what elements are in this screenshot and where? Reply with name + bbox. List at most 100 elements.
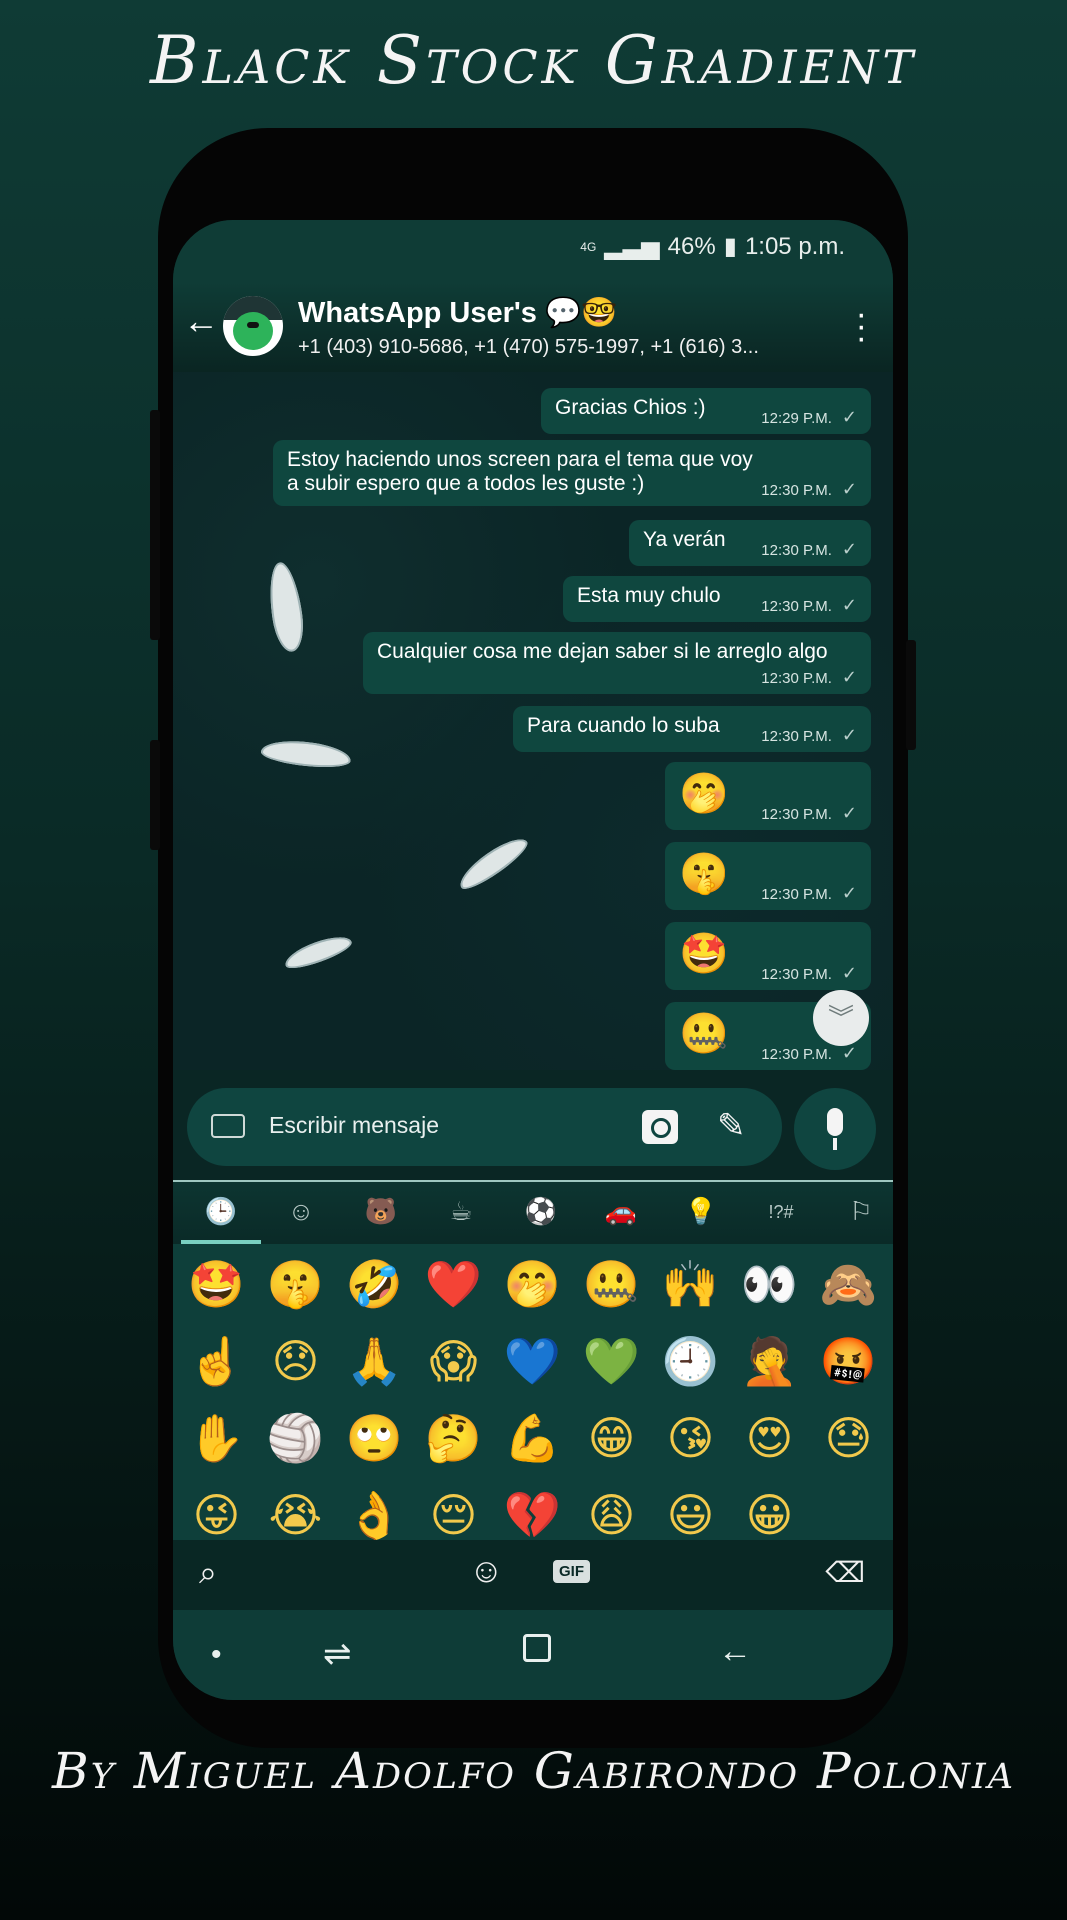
message-time: 12:30 P.M. (761, 598, 832, 615)
keyboard-bottom-bar: ⌕ ☺ GIF ⌫ (173, 1540, 893, 1610)
emoji-key[interactable]: ☝️ (177, 1323, 256, 1400)
boat-image (259, 737, 353, 771)
message-emoji: 🤭 (679, 771, 729, 817)
emoji-key[interactable]: 😓 (809, 1400, 888, 1477)
emoji-key[interactable]: 😁 (572, 1400, 651, 1477)
message-bubble[interactable]: Estoy haciendo unos screen para el tema … (273, 440, 871, 506)
double-chevron-down-icon[interactable]: ︾ (813, 990, 869, 1046)
emoji-message-bubble[interactable]: 🤫 12:30 P.M. ✓ (665, 842, 871, 910)
activity-category-icon[interactable]: ⚽ (521, 1196, 561, 1230)
check-icon: ✓ (841, 883, 857, 903)
message-time: 12:29 P.M. (761, 410, 832, 427)
message-emoji: 🤐 (679, 1011, 729, 1057)
smiley-category-icon[interactable]: ☺ (281, 1196, 321, 1230)
emoji-key[interactable]: 💙 (493, 1323, 572, 1400)
message-emoji: 🤩 (679, 931, 729, 977)
objects-category-icon[interactable]: 💡 (681, 1196, 721, 1230)
message-emoji: 🤫 (679, 851, 729, 897)
boat-image (264, 560, 308, 654)
emoji-key[interactable]: 🤭 (493, 1246, 572, 1323)
more-vert-icon[interactable]: · · · (856, 297, 867, 355)
nav-dot-icon: • (211, 1638, 222, 1671)
group-avatar[interactable] (223, 296, 283, 356)
gif-button[interactable]: GIF (553, 1560, 590, 1583)
emoji-key[interactable]: 🕘 (651, 1323, 730, 1400)
message-bubble[interactable]: Cualquier cosa me dejan saber si le arre… (363, 632, 871, 694)
paperclip-icon[interactable]: ✎ (717, 1106, 746, 1146)
message-input[interactable]: Escribir mensaje ✎ (187, 1088, 782, 1166)
emoji-key[interactable]: 🤬 (809, 1323, 888, 1400)
home-icon[interactable] (523, 1634, 551, 1662)
message-time: 12:30 P.M. (761, 542, 832, 559)
check-icon: ✓ (841, 1043, 857, 1063)
emoji-message-bubble[interactable]: 🤩 12:30 P.M. ✓ (665, 922, 871, 990)
emoji-message-bubble[interactable]: 🤭 12:30 P.M. ✓ (665, 762, 871, 830)
emoji-key[interactable]: 🤔 (414, 1400, 493, 1477)
battery-icon: ▮ (723, 233, 737, 260)
message-text: Estoy haciendo unos screen para el tema … (287, 448, 753, 495)
network-label: 4G (580, 239, 597, 254)
emoji-key[interactable]: 🤣 (335, 1246, 414, 1323)
animals-category-icon[interactable]: 🐻 (361, 1196, 401, 1230)
emoji-key[interactable]: 🙄 (335, 1400, 414, 1477)
chat-title[interactable]: WhatsApp User's 💬🤓 (298, 296, 617, 330)
emoji-key[interactable]: 🙌 (651, 1246, 730, 1323)
emoji-key[interactable]: 💚 (572, 1323, 651, 1400)
arrow-left-icon[interactable]: ← (183, 300, 219, 342)
recent-apps-icon[interactable]: ⇌ (323, 1634, 352, 1674)
message-bubble[interactable]: Esta muy chulo 12:30 P.M. ✓ (563, 576, 871, 622)
chat-participants[interactable]: +1 (403) 910-5686, +1 (470) 575-1997, +1… (298, 336, 843, 359)
message-bubble[interactable]: Gracias Chios :) 12:29 P.M. ✓ (541, 388, 871, 434)
message-bubble[interactable]: Para cuando lo suba 12:30 P.M. ✓ (513, 706, 871, 752)
message-bubble[interactable]: Ya verán 12:30 P.M. ✓ (629, 520, 871, 566)
check-icon: ✓ (841, 963, 857, 983)
emoji-key[interactable]: 😘 (651, 1400, 730, 1477)
check-icon: ✓ (841, 479, 857, 499)
emoji-keyboard: 🕒 ☺ 🐻 ☕ ⚽ 🚗 💡 !?# ⚐ 🤩 🤫 🤣 ❤️ 🤭 🤐 🙌 👀 🙈 ☝… (173, 1180, 893, 1580)
check-icon: ✓ (841, 725, 857, 745)
emoji-key[interactable]: 🏐 (256, 1400, 335, 1477)
travel-category-icon[interactable]: 🚗 (601, 1196, 641, 1230)
emoji-key[interactable]: 💪 (493, 1400, 572, 1477)
symbols-category-icon[interactable]: !?# (761, 1202, 801, 1236)
emoji-key[interactable]: 🙈 (809, 1246, 888, 1323)
recent-category-icon[interactable]: 🕒 (201, 1196, 241, 1230)
message-time: 12:30 P.M. (761, 1046, 832, 1063)
emoji-key[interactable]: ✋ (177, 1400, 256, 1477)
chat-header: ← WhatsApp User's 💬🤓 +1 (403) 910-5686, … (173, 282, 893, 372)
back-icon[interactable]: ← (718, 1632, 752, 1671)
emoji-grid: 🤩 🤫 🤣 ❤️ 🤭 🤐 🙌 👀 🙈 ☝️ 😞 🙏 😱 💙 💚 🕘 🤦 🤬 ✋ … (177, 1246, 893, 1554)
status-time: 1:05 p.m. (744, 232, 845, 260)
emoji-key[interactable]: 🤐 (572, 1246, 651, 1323)
food-category-icon[interactable]: ☕ (441, 1196, 481, 1230)
emoji-key[interactable]: 😍 (730, 1400, 809, 1477)
check-icon: ✓ (841, 407, 857, 427)
promo-credit: By Miguel Adolfo Gabirondo Polonia (52, 1742, 1015, 1800)
message-time: 12:30 P.M. (761, 806, 832, 823)
emoji-key[interactable]: 🤫 (256, 1246, 335, 1323)
mic-icon[interactable] (794, 1088, 876, 1170)
backspace-icon[interactable]: ⌫ (825, 1556, 865, 1589)
emoji-key[interactable]: ❤️ (414, 1246, 493, 1323)
emoji-key[interactable]: 😱 (414, 1323, 493, 1400)
message-time: 12:30 P.M. (761, 670, 832, 687)
system-nav-bar: • ⇌ ← (173, 1610, 893, 1700)
emoji-key[interactable]: 👀 (730, 1246, 809, 1323)
emoji-key[interactable]: 🤦 (730, 1323, 809, 1400)
emoji-key[interactable]: 🤩 (177, 1246, 256, 1323)
status-bar: 4G ▂▃▅ 46% ▮ 1:05 p.m. (173, 220, 893, 282)
flags-category-icon[interactable]: ⚐ (841, 1196, 881, 1230)
camera-icon[interactable] (642, 1110, 678, 1144)
emoji-key[interactable]: 🙏 (335, 1323, 414, 1400)
keyboard-icon[interactable] (211, 1114, 245, 1138)
phone-screen: 4G ▂▃▅ 46% ▮ 1:05 p.m. ← WhatsApp User's… (173, 220, 893, 1700)
promo-title: Black Stock Gradient (149, 22, 918, 99)
signal-icon: ▂▃▅ (604, 233, 660, 260)
emoji-icon[interactable]: ☺ (469, 1552, 504, 1591)
phone-button-right (906, 640, 916, 750)
emoji-key[interactable]: 😞 (256, 1323, 335, 1400)
phone-button-left (150, 410, 160, 640)
message-list[interactable]: Gracias Chios :) 12:29 P.M. ✓ Estoy hacie… (173, 372, 893, 1070)
phone-button-left-2 (150, 740, 160, 850)
search-icon[interactable]: ⌕ (199, 1554, 217, 1592)
